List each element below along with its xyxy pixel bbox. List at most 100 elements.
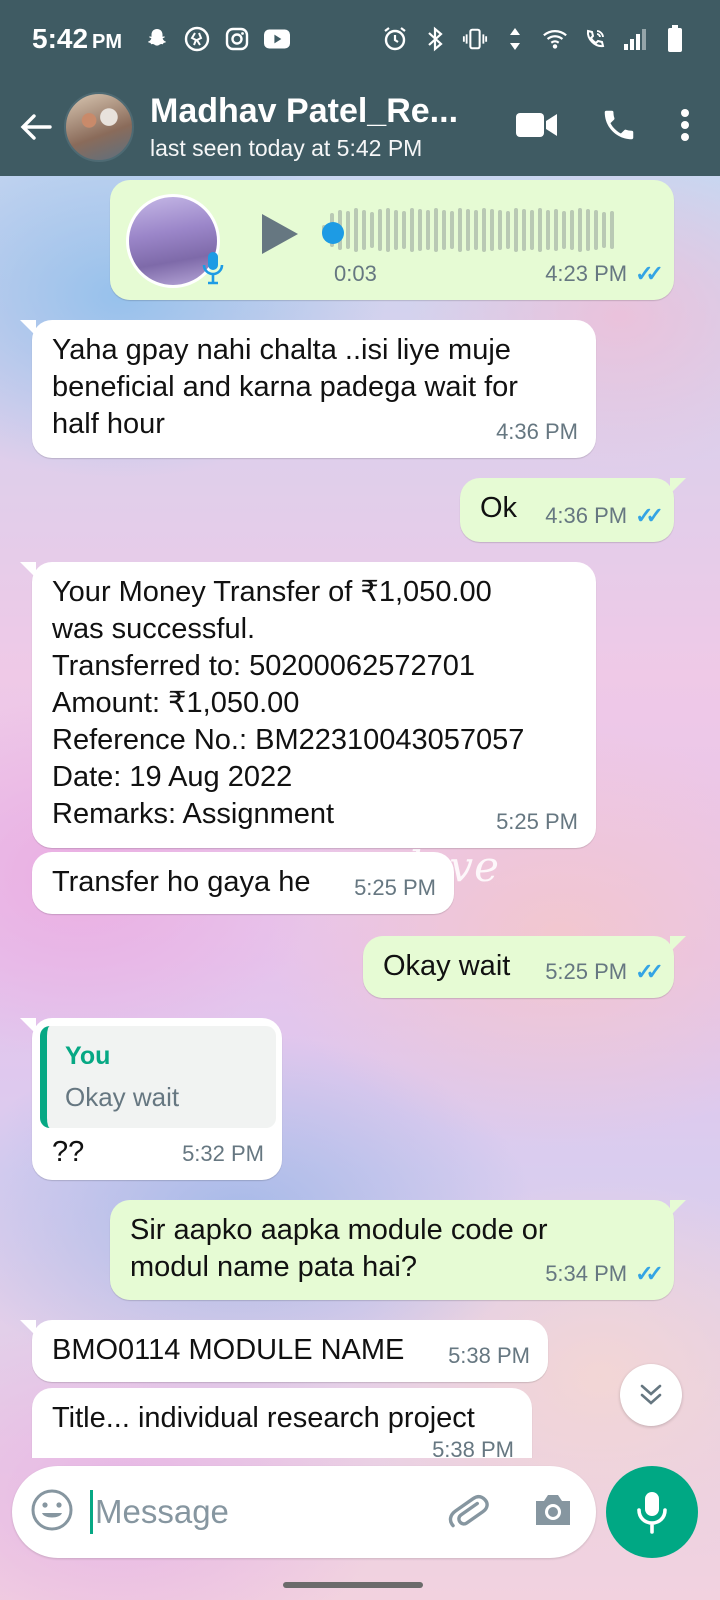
playback-slider-thumb[interactable]: [322, 222, 344, 244]
voice-duration: 0:03: [334, 261, 377, 286]
message-time: 4:23 PM: [545, 261, 628, 286]
message-composer: [12, 1466, 596, 1558]
quote-text: Okay wait: [65, 1082, 180, 1112]
waveform-bar: [370, 212, 374, 248]
waveform-bar: [602, 212, 606, 248]
chat-header: Madhav Patel_Re... last seen today at 5:…: [0, 78, 720, 176]
waveform-bar: [434, 208, 438, 252]
wifi-icon: [542, 26, 568, 52]
waveform-bar: [378, 209, 382, 251]
message-incoming: Transfer ho gaya he 5:25 PM: [32, 852, 454, 914]
message-meta: 4:23 PM ✓✓: [545, 255, 664, 292]
message-incoming: Yaha gpay nahi chalta ..isi liye muje ben…: [20, 320, 596, 458]
arrow-left-icon: [20, 114, 52, 140]
waveform-bar: [466, 209, 470, 251]
play-icon[interactable]: [260, 212, 300, 266]
message-text: Your Money Transfer of ₹1,050.00 was succ…: [52, 576, 525, 830]
waveform-bar: [522, 209, 526, 251]
waveform-bar: [402, 211, 406, 249]
read-ticks-icon: ✓✓: [635, 503, 664, 528]
waveform-bar: [482, 208, 486, 252]
message-time: 5:25 PM: [496, 809, 578, 834]
text-cursor: [90, 1490, 93, 1534]
read-ticks-icon: ✓✓: [635, 261, 664, 286]
emoji-icon[interactable]: [30, 1488, 74, 1537]
message-meta: 4:36 PM ✓✓: [545, 497, 664, 534]
waveform-bar: [498, 210, 502, 250]
message-outgoing: Okay wait 5:25 PM ✓✓: [363, 936, 686, 998]
message-meta: 5:25 PM: [354, 869, 436, 906]
waveform-bar: [458, 208, 462, 252]
wifi-call-icon: [582, 26, 608, 52]
waveform-bar: [514, 208, 518, 252]
voice-record-button[interactable]: [606, 1466, 698, 1558]
waveform-bar: [426, 210, 430, 250]
message-time: 5:38 PM: [432, 1437, 514, 1458]
status-bar: 5:42 PM: [0, 0, 720, 78]
status-time: 5:42 PM: [32, 23, 123, 54]
last-seen-status: last seen today at 5:42 PM: [150, 135, 423, 161]
waveform-bar: [450, 211, 454, 249]
back-button[interactable]: [10, 101, 62, 153]
waveform-bar: [506, 211, 510, 249]
message-clip-area: Title... individual research project 5:3…: [0, 1386, 720, 1458]
message-outgoing: Ok 4:36 PM ✓✓: [460, 478, 686, 542]
waveform-bar: [474, 210, 478, 250]
message-meta: 5:25 PM: [496, 803, 578, 840]
message-incoming: Title... individual research project 5:3…: [32, 1388, 532, 1458]
double-chevron-down-icon: [640, 1384, 662, 1405]
waveform-bar: [538, 208, 542, 252]
vibrate-icon: [462, 26, 488, 52]
waveform-bar: [394, 210, 398, 250]
waveform-bar: [562, 211, 566, 249]
read-ticks-icon: ✓✓: [635, 1261, 664, 1286]
signal-icon: [622, 26, 648, 52]
message-input[interactable]: [95, 1493, 435, 1531]
message-incoming-reply: You Okay wait ?? 5:32 PM: [20, 1018, 282, 1180]
quoted-message[interactable]: You Okay wait: [40, 1026, 276, 1128]
message-time: 5:34 PM: [545, 1261, 628, 1286]
more-options-icon[interactable]: [680, 108, 690, 147]
message-time: 5:38 PM: [448, 1343, 530, 1368]
waveform-bar: [346, 211, 350, 249]
voice-message: 0:03 4:23 PM ✓✓: [110, 180, 674, 300]
contact-info[interactable]: Madhav Patel_Re... last seen today at 5:…: [150, 92, 458, 162]
waveform-bar: [362, 210, 366, 250]
voice-call-icon[interactable]: [600, 106, 638, 149]
waveform-bar: [442, 210, 446, 250]
bluetooth-icon: [422, 26, 448, 52]
message-time: 4:36 PM: [545, 503, 628, 528]
scroll-to-bottom-button[interactable]: [620, 1364, 682, 1426]
waveform-bar: [410, 208, 414, 252]
message-time: 4:36 PM: [496, 419, 578, 444]
waveform-bar: [418, 209, 422, 251]
waveform-bar: [490, 209, 494, 251]
youtube-icon: [264, 26, 291, 52]
data-icon: [502, 26, 528, 52]
contact-avatar[interactable]: [64, 92, 134, 162]
microphone-icon: [637, 1492, 667, 1534]
message-meta: 5:34 PM ✓✓: [545, 1255, 664, 1292]
read-ticks-icon: ✓✓: [635, 959, 664, 984]
waveform-bar: [354, 208, 358, 252]
navigation-gesture-bar[interactable]: [283, 1582, 423, 1588]
message-meta: 5:32 PM: [182, 1135, 264, 1172]
message-incoming: BMO0114 MODULE NAME 5:38 PM: [20, 1320, 548, 1382]
waveform-bar: [386, 208, 390, 252]
message-meta: 5:25 PM ✓✓: [545, 953, 664, 990]
video-call-icon[interactable]: [516, 110, 558, 145]
waveform-bar: [594, 210, 598, 250]
alarm-icon: [382, 26, 408, 52]
waveform-bar: [546, 210, 550, 250]
message-time: 5:32 PM: [182, 1141, 264, 1166]
audio-waveform[interactable]: [322, 202, 614, 258]
waveform-bar: [554, 209, 558, 251]
instagram-icon: [224, 26, 250, 52]
attach-icon[interactable]: [446, 1488, 490, 1537]
message-meta: 5:38 PM: [448, 1337, 530, 1374]
contact-name: Madhav Patel_Re...: [150, 92, 459, 130]
waveform-bar: [610, 211, 614, 249]
waveform-bar: [578, 208, 582, 252]
waveform-bar: [586, 209, 590, 251]
camera-icon[interactable]: [532, 1491, 574, 1534]
